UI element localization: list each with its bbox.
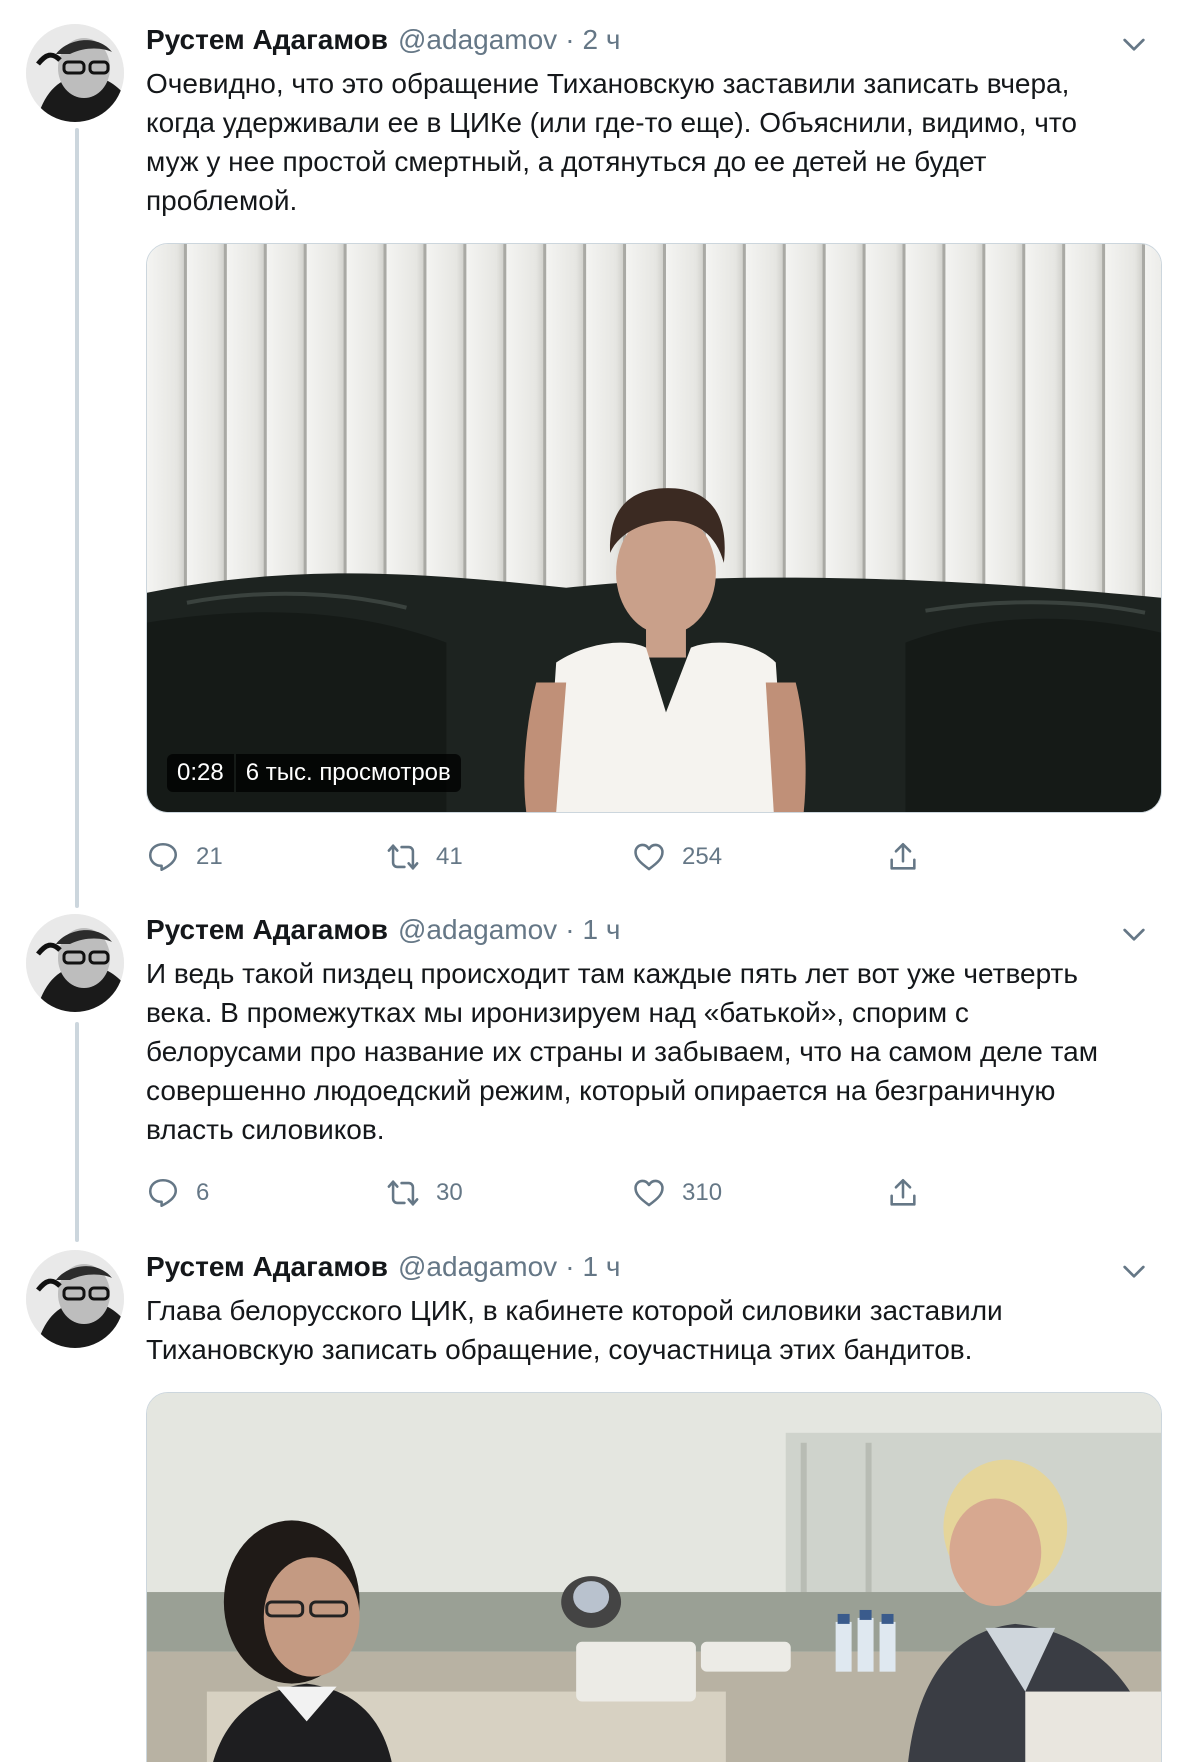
timestamp[interactable]: 1 ч [583,914,621,946]
tweet-text-line: века. В промежутках мы иронизируем над «… [146,997,969,1028]
author-name[interactable]: Рустем Адагамов [146,1251,388,1283]
timestamp[interactable]: 1 ч [583,1251,621,1283]
retweet-button[interactable]: 30 [386,1171,463,1215]
retweet-count: 41 [436,843,463,870]
retweet-icon [387,1180,419,1206]
tweet-text-line: власть силовиков. [146,1114,385,1145]
like-button[interactable]: 254 [632,835,722,879]
retweet-count: 30 [436,1179,463,1206]
retweet-icon [387,844,419,870]
video-player[interactable]: 0:28 6 тыс. просмотров [146,243,1162,813]
tweet-text-line: Глава белорусского ЦИК, в кабинете котор… [146,1295,1003,1326]
author-handle[interactable]: @adagamov [398,1251,557,1283]
tweet-header: Рустем Адагамов @adagamov · 1 ч [146,914,1162,954]
tweet-header: Рустем Адагамов @adagamov · 1 ч [146,1251,1162,1291]
tweet-header: Рустем Адагамов @adagamov · 2 ч [146,24,1162,64]
tweet-text-line: проблемой. [146,185,298,216]
tweet-actions: 21 41 254 [146,835,946,879]
video-duration: 0:28 [167,754,234,792]
tweet-text-line: совершенно людоедский режим, который опи… [146,1075,1056,1106]
author-handle[interactable]: @adagamov [398,24,557,56]
share-icon [890,1178,916,1206]
photo[interactable] [146,1392,1162,1762]
thread-connector [75,1022,79,1242]
avatar[interactable] [26,914,124,1012]
tweet-text-line: белорусами про название их страны и забы… [146,1036,1098,1067]
reply-button[interactable]: 6 [146,1171,209,1215]
reply-icon [148,1178,178,1208]
video-views: 6 тыс. просмотров [235,754,461,792]
timestamp[interactable]: 2 ч [583,24,621,56]
chevron-down-icon[interactable] [1118,28,1150,60]
photo-image [147,1393,1161,1762]
thread-connector [75,128,79,908]
author-name[interactable]: Рустем Адагамов [146,24,388,56]
tweet-text-line: И ведь такой пиздец происходит там кажды… [146,958,1078,989]
author-name[interactable]: Рустем Адагамов [146,914,388,946]
separator: · [565,24,575,55]
heart-icon [634,1179,664,1207]
reply-count: 21 [196,843,223,870]
tweet-text: Очевидно, что это обращение Тихановскую … [146,64,1162,220]
chevron-down-icon[interactable] [1118,918,1150,950]
like-count: 310 [682,1179,723,1206]
tweet-actions: 6 30 310 [146,1171,946,1215]
share-button[interactable] [886,1171,936,1215]
tweet-text-line: муж у нее простой смертный, а дотянуться… [146,146,987,177]
tweet-text-line: когда удерживали ее в ЦИКе (или где-то е… [146,107,1077,138]
reply-icon [148,842,178,872]
heart-icon [634,843,664,871]
reply-button[interactable]: 21 [146,835,223,879]
tweet-text: И ведь такой пиздец происходит там кажды… [146,954,1162,1149]
separator: · [565,1251,575,1282]
chevron-down-icon[interactable] [1118,1255,1150,1287]
avatar[interactable] [26,1250,124,1348]
share-icon [890,842,916,870]
author-handle[interactable]: @adagamov [398,914,557,946]
like-button[interactable]: 310 [632,1171,722,1215]
avatar[interactable] [26,24,124,122]
share-button[interactable] [886,835,936,879]
tweet-text-line: Тихановскую записать обращение, соучастн… [146,1334,973,1365]
separator: · [565,914,575,945]
video-thumbnail [147,244,1161,812]
reply-count: 6 [196,1179,210,1206]
tweet-text-line: Очевидно, что это обращение Тихановскую … [146,68,1070,99]
tweet-text: Глава белорусского ЦИК, в кабинете котор… [146,1291,1162,1369]
video-badge: 0:28 6 тыс. просмотров [167,754,461,792]
retweet-button[interactable]: 41 [386,835,463,879]
like-count: 254 [682,843,723,870]
